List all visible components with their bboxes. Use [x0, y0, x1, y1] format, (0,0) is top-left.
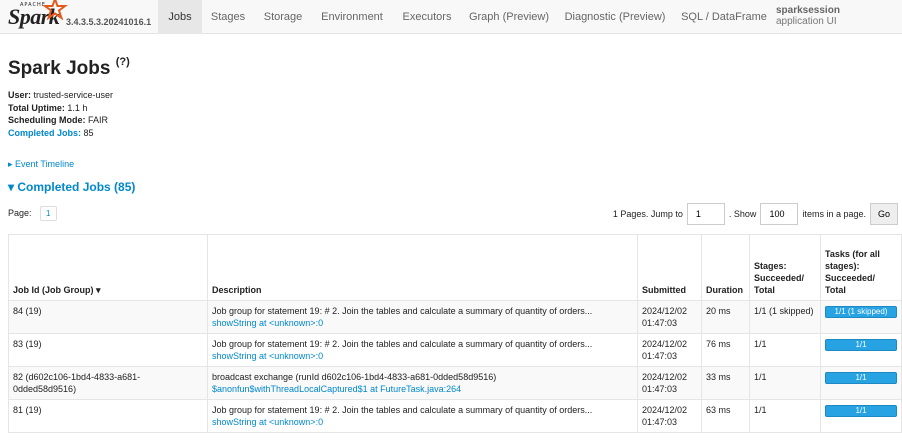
submitted-time: 01:47:03: [642, 384, 678, 394]
event-timeline-label: Event Timeline: [15, 159, 75, 169]
stages-cell: 1/1: [749, 333, 821, 367]
tasks-cell: 1/1: [820, 333, 902, 367]
description-text: broadcast exchange (runId d602c106-1bd4-…: [212, 372, 497, 382]
completed-jobs-value: 85: [83, 127, 94, 138]
description-cell: Job group for statement 19: # 2. Join th…: [207, 399, 638, 433]
scheduling-mode-label: Scheduling Mode:: [8, 115, 86, 125]
uptime-label: Total Uptime:: [8, 102, 65, 113]
duration-cell: 63 ms: [701, 399, 750, 433]
pagination-left: Page: 1: [8, 206, 57, 221]
completed-jobs-table: Job Id (Job Group) ▾ Description Submitt…: [8, 234, 902, 433]
description-cell: broadcast exchange (runId d602c106-1bd4-…: [207, 366, 638, 400]
header-tasks[interactable]: Tasks (for all stages): Succeeded/ Total: [820, 234, 902, 301]
jump-to-page-input[interactable]: [686, 203, 725, 225]
job-id-cell[interactable]: 83 (19): [8, 333, 208, 367]
completed-jobs-toggle[interactable]: ▾ Completed Jobs (85): [8, 180, 135, 194]
table-row: 83 (19) Job group for statement 19: # 2.…: [8, 333, 902, 367]
app-title: sparksession application UI: [776, 5, 840, 27]
job-detail-link[interactable]: showString at <unknown>:0: [212, 417, 323, 427]
job-id-cell[interactable]: 82 (d602c106-1bd4-4833-a681-0dded58d9516…: [8, 366, 208, 400]
stages-cell: 1/1: [749, 399, 821, 433]
table-row: 84 (19) Job group for statement 19: # 2.…: [8, 300, 902, 334]
job-summary: User: trusted-service-user Total Uptime:…: [8, 89, 113, 139]
header-submitted[interactable]: Submitted: [637, 234, 702, 301]
submitted-date: 2024/12/02: [642, 306, 688, 316]
job-id-cell[interactable]: 81 (19): [8, 399, 208, 433]
page-title-text: Spark Jobs: [8, 58, 111, 79]
spark-logo[interactable]: APACHE Spark 3.4.3.5.3.20241016.1: [6, 0, 166, 34]
completed-jobs-link[interactable]: Completed Jobs:: [8, 128, 81, 138]
job-id-cell[interactable]: 84 (19): [8, 300, 208, 334]
tab-executors[interactable]: Executors: [396, 0, 458, 34]
tasks-progress-bar: 1/1: [825, 339, 897, 351]
event-timeline-toggle[interactable]: ▸ Event Timeline: [8, 159, 74, 170]
user-value: trusted-service-user: [33, 90, 114, 100]
tasks-cell: 1/1: [820, 366, 902, 400]
submitted-time: 01:47:03: [642, 351, 678, 361]
pages-text: 1 Pages. Jump to: [612, 209, 683, 219]
uptime-value: 1.1 h: [67, 102, 88, 113]
submitted-cell: 2024/12/02 01:47:03: [637, 300, 702, 334]
header-duration[interactable]: Duration: [701, 234, 750, 301]
page-size-input[interactable]: [760, 203, 799, 225]
stages-cell: 1/1 (1 skipped): [749, 300, 821, 334]
app-name: sparksession: [776, 5, 840, 16]
tasks-progress-bar: 1/1: [825, 405, 897, 417]
page-number-link[interactable]: 1: [40, 206, 57, 221]
header-description[interactable]: Description: [207, 234, 638, 301]
scheduling-mode-value: FAIR: [88, 115, 109, 125]
tasks-progress-bar: 1/1 (1 skipped): [825, 306, 897, 318]
go-button[interactable]: Go: [869, 203, 898, 225]
page-label: Page:: [8, 208, 32, 218]
job-detail-link[interactable]: showString at <unknown>:0: [212, 351, 323, 361]
header-stages[interactable]: Stages: Succeeded/ Total: [749, 234, 821, 301]
job-detail-link[interactable]: showString at <unknown>:0: [212, 318, 323, 328]
caret-right-icon: ▸: [8, 159, 13, 169]
submitted-date: 2024/12/02: [642, 339, 688, 349]
caret-down-icon: ▾: [8, 180, 15, 194]
top-navbar: APACHE Spark 3.4.3.5.3.20241016.1 Jobs S…: [0, 0, 902, 34]
description-cell: Job group for statement 19: # 2. Join th…: [207, 300, 638, 334]
help-link[interactable]: (?): [116, 56, 130, 68]
tab-storage[interactable]: Storage: [256, 0, 310, 34]
tasks-cell: 1/1 (1 skipped): [820, 300, 902, 334]
submitted-time: 01:47:03: [642, 318, 678, 328]
tab-environment[interactable]: Environment: [314, 0, 390, 34]
description-text: Job group for statement 19: # 2. Join th…: [212, 306, 593, 316]
description-text: Job group for statement 19: # 2. Join th…: [212, 405, 593, 415]
job-detail-link[interactable]: $anonfun$withThreadLocalCaptured$1 at Fu…: [212, 384, 461, 394]
submitted-date: 2024/12/02: [642, 405, 688, 415]
tab-sql-dataframe[interactable]: SQL / DataFrame: [676, 0, 772, 34]
stages-cell: 1/1: [749, 366, 821, 400]
submitted-cell: 2024/12/02 01:47:03: [637, 333, 702, 367]
submitted-time: 01:47:03: [642, 417, 678, 427]
duration-cell: 20 ms: [701, 300, 750, 334]
description-cell: Job group for statement 19: # 2. Join th…: [207, 333, 638, 367]
pagination-controls: 1 Pages. Jump to . Show items in a page.…: [613, 202, 898, 226]
duration-cell: 76 ms: [701, 333, 750, 367]
header-job-id[interactable]: Job Id (Job Group) ▾: [8, 234, 208, 301]
tab-graph-preview[interactable]: Graph (Preview): [464, 0, 554, 34]
tasks-progress-bar: 1/1: [825, 372, 897, 384]
items-text: items in a page.: [802, 209, 866, 219]
submitted-date: 2024/12/02: [642, 372, 688, 382]
table-row: 82 (d602c106-1bd4-4833-a681-0dded58d9516…: [8, 366, 902, 400]
description-text: Job group for statement 19: # 2. Join th…: [212, 339, 593, 349]
submitted-cell: 2024/12/02 01:47:03: [637, 399, 702, 433]
completed-jobs-heading: Completed Jobs (85): [17, 180, 136, 194]
show-text: . Show: [728, 209, 757, 219]
submitted-cell: 2024/12/02 01:47:03: [637, 366, 702, 400]
tasks-cell: 1/1: [820, 399, 902, 433]
table-row: 81 (19) Job group for statement 19: # 2.…: [8, 399, 902, 433]
page-title: Spark Jobs (?): [8, 56, 130, 80]
user-label: User:: [8, 90, 32, 100]
tab-diagnostic-preview[interactable]: Diagnostic (Preview): [560, 0, 670, 34]
tab-stages[interactable]: Stages: [204, 0, 252, 34]
duration-cell: 33 ms: [701, 366, 750, 400]
spark-version: 3.4.3.5.3.20241016.1: [66, 17, 152, 27]
spark-star-icon: [42, 0, 68, 20]
app-suffix: application UI: [776, 16, 837, 27]
tab-jobs[interactable]: Jobs: [158, 0, 202, 34]
